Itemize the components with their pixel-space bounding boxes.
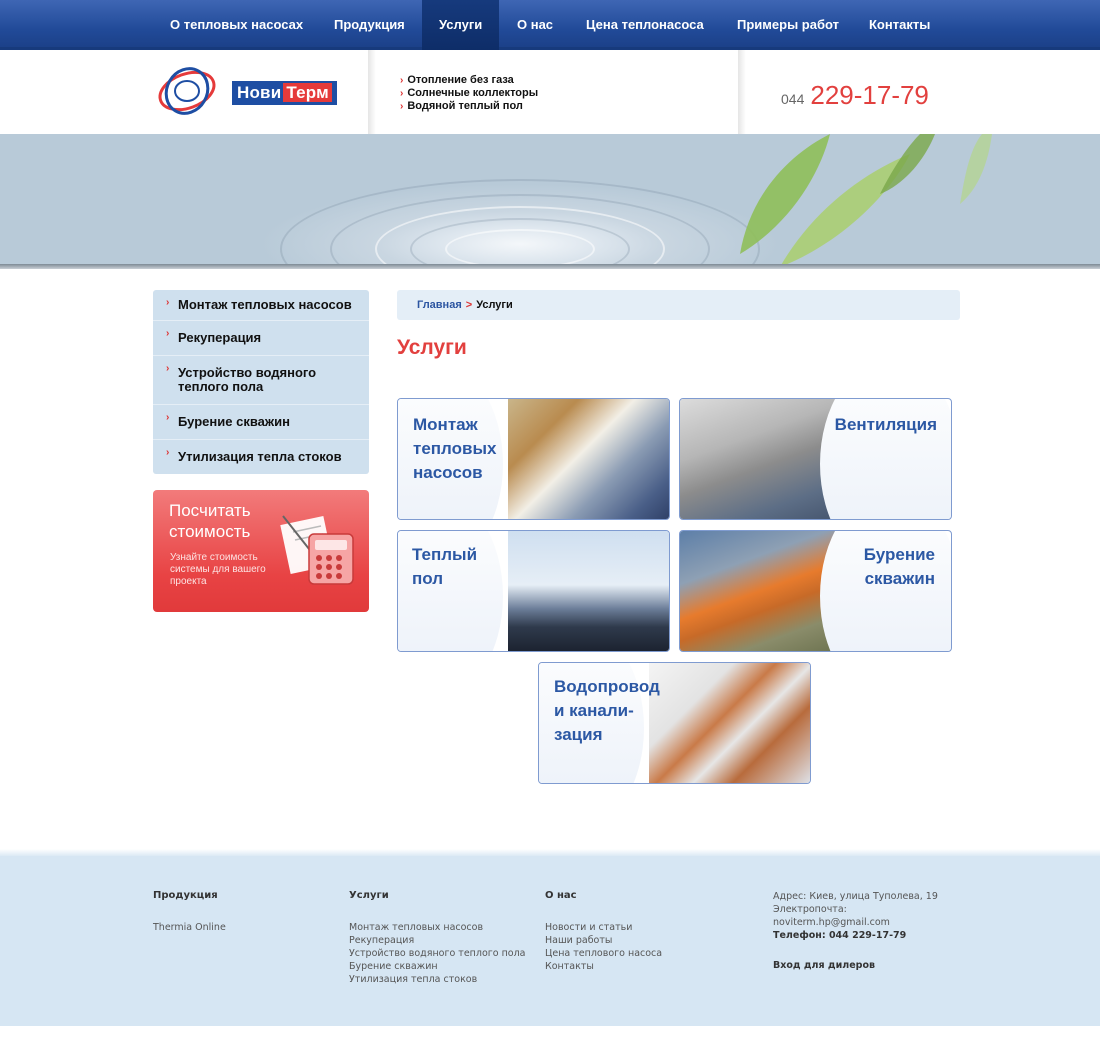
nav-item-services[interactable]: Услуги	[422, 0, 500, 56]
header-link-gasless-heating[interactable]: › Отопление без газа	[400, 74, 538, 87]
service-tile-well-drilling[interactable]: Бурение скважин	[679, 530, 952, 652]
phone-code: 044	[781, 91, 805, 107]
header-link-label: Отопление без газа	[407, 74, 514, 86]
nav-item-contacts[interactable]: Контакты	[869, 0, 930, 50]
tile-photo	[680, 531, 840, 651]
nav-item-portfolio[interactable]: Примеры работ	[737, 0, 839, 50]
footer-contact: Адрес: Киев, улица Туполева, 19 Электроп…	[773, 890, 938, 972]
nav-item-about-heat-pumps[interactable]: О тепловых насосах	[170, 0, 303, 50]
footer-link[interactable]: Рекуперация	[349, 934, 526, 947]
leaf-image	[740, 134, 992, 267]
tile-photo	[680, 399, 840, 519]
sidebar-item-water-floor[interactable]: › Устройство водяного теплого пола	[153, 356, 369, 405]
logo-part-2: Терм	[283, 83, 332, 102]
page-title: Услуги	[397, 336, 467, 359]
dealer-login-link[interactable]: Вход для дилеров	[773, 959, 938, 972]
header-phone: 044 229-17-79	[781, 80, 929, 111]
logo-wordmark[interactable]: Нови Терм	[232, 81, 337, 105]
footer-link[interactable]: Монтаж тепловых насосов	[349, 921, 526, 934]
breadcrumb: Главная > Услуги	[397, 290, 960, 320]
nav-item-products[interactable]: Продукция	[334, 0, 405, 50]
footer-heading: Продукция	[153, 890, 218, 901]
footer-heading: О нас	[545, 890, 577, 901]
arrow-right-icon: ›	[400, 88, 404, 99]
breadcrumb-home-link[interactable]: Главная	[417, 299, 462, 311]
arrow-right-icon: ›	[400, 75, 404, 86]
sidebar-item-recuperation[interactable]: › Рекуперация	[153, 321, 369, 356]
sidebar-item-label: Утилизация тепла стоков	[178, 449, 342, 464]
phone-number: 229-17-79	[810, 80, 929, 110]
calc-subtitle: Узнайте стоимость системы для вашего про…	[170, 552, 266, 587]
footer-products-column: Продукция Thermia Online	[153, 890, 226, 934]
site-header: Нови Терм › Отопление без газа › Солнечные …	[0, 50, 1100, 134]
tile-label: Водопровод и канали-зация	[554, 677, 660, 744]
sidebar-item-label: Рекуперация	[178, 330, 262, 345]
header-link-label: Водяной теплый пол	[407, 100, 523, 112]
sidebar-menu: › Монтаж тепловых насосов › Рекуперация › У…	[153, 290, 369, 474]
footer-link[interactable]: Контакты	[545, 960, 662, 973]
sidebar-item-heat-pump-install[interactable]: › Монтаж тепловых насосов	[153, 290, 369, 321]
sidebar-item-label: Монтаж тепловых насосов	[178, 297, 352, 312]
footer-heading: Услуги	[349, 890, 389, 901]
arrow-right-icon: ›	[166, 328, 170, 339]
logo-part-1: Нови	[237, 83, 282, 102]
footer-link[interactable]: Новости и статьи	[545, 921, 662, 934]
header-link-water-floor[interactable]: › Водяной теплый пол	[400, 100, 538, 113]
arrow-right-icon: ›	[166, 412, 170, 423]
service-tile-warm-floor[interactable]: Теплый пол	[397, 530, 670, 652]
calculate-cost-banner[interactable]: Посчитать стоимость Узнайте стоимость си…	[153, 490, 369, 612]
sidebar-item-label: Устройство водяного теплого пола	[178, 365, 317, 394]
calc-title: Посчитать стоимость	[169, 501, 251, 541]
sidebar-item-label: Бурение скважин	[178, 414, 290, 429]
footer-services-column: Услуги Монтаж тепловых насосов Рекуперац…	[349, 890, 526, 986]
footer-link[interactable]: Устройство водяного теплого пола	[349, 947, 526, 960]
nav-item-price[interactable]: Цена теплонасоса	[586, 0, 704, 50]
footer-address: Адрес: Киев, улица Туполева, 19	[773, 891, 938, 902]
footer-link[interactable]: Цена теплового насоса	[545, 947, 662, 960]
nav-item-about-us[interactable]: О нас	[517, 0, 553, 50]
footer-phone: Телефон: 044 229-17-79	[773, 930, 907, 941]
header-divider	[368, 50, 376, 134]
arrow-right-icon: ›	[400, 101, 404, 112]
tile-label: Теплый пол	[412, 545, 478, 588]
sidebar-item-well-drilling[interactable]: › Бурение скважин	[153, 405, 369, 440]
header-divider	[738, 50, 746, 134]
tile-photo	[649, 663, 810, 783]
hero-banner-water-ripples	[0, 134, 1100, 267]
footer-email-label: Электропочта:	[773, 904, 847, 915]
service-tile-ventilation[interactable]: Вентиляция	[679, 398, 952, 520]
arrow-right-icon: ›	[166, 297, 170, 308]
footer-email[interactable]: noviterm.hp@gmail.com	[773, 916, 938, 929]
arrow-right-icon: ›	[166, 363, 170, 374]
header-link-label: Солнечные коллекторы	[407, 87, 539, 99]
tile-label: Бурение скважин	[863, 545, 935, 588]
breadcrumb-separator: >	[465, 299, 473, 311]
service-tile-plumbing[interactable]: Водопровод и канали-зация	[538, 662, 811, 784]
sidebar-item-waste-heat[interactable]: › Утилизация тепла стоков	[153, 440, 369, 474]
footer-link[interactable]: Thermia Online	[153, 921, 226, 934]
tile-photo	[508, 531, 669, 651]
service-tile-heat-pump-install[interactable]: Монтаж тепловых насосов	[397, 398, 670, 520]
calculator-icon	[280, 515, 354, 585]
footer-link[interactable]: Наши работы	[545, 934, 662, 947]
tile-label: Монтаж тепловых насосов	[413, 415, 497, 482]
header-link-solar-collectors[interactable]: › Солнечные коллекторы	[400, 87, 538, 100]
tile-label: Вентиляция	[834, 415, 937, 434]
arrow-right-icon: ›	[166, 447, 170, 458]
tile-photo	[508, 399, 669, 519]
top-navigation: О тепловых насосах Продукция Услуги О на…	[0, 0, 1100, 56]
footer-link[interactable]: Бурение скважин	[349, 960, 526, 973]
footer-link[interactable]: Утилизация тепла стоков	[349, 973, 526, 986]
header-quick-links: › Отопление без газа › Солнечные коллектор…	[400, 74, 538, 113]
banner-bottom-edge	[0, 264, 1100, 269]
breadcrumb-current: Услуги	[476, 299, 513, 311]
footer-about-column: О нас Новости и статьи Наши работы Цена …	[545, 890, 662, 973]
